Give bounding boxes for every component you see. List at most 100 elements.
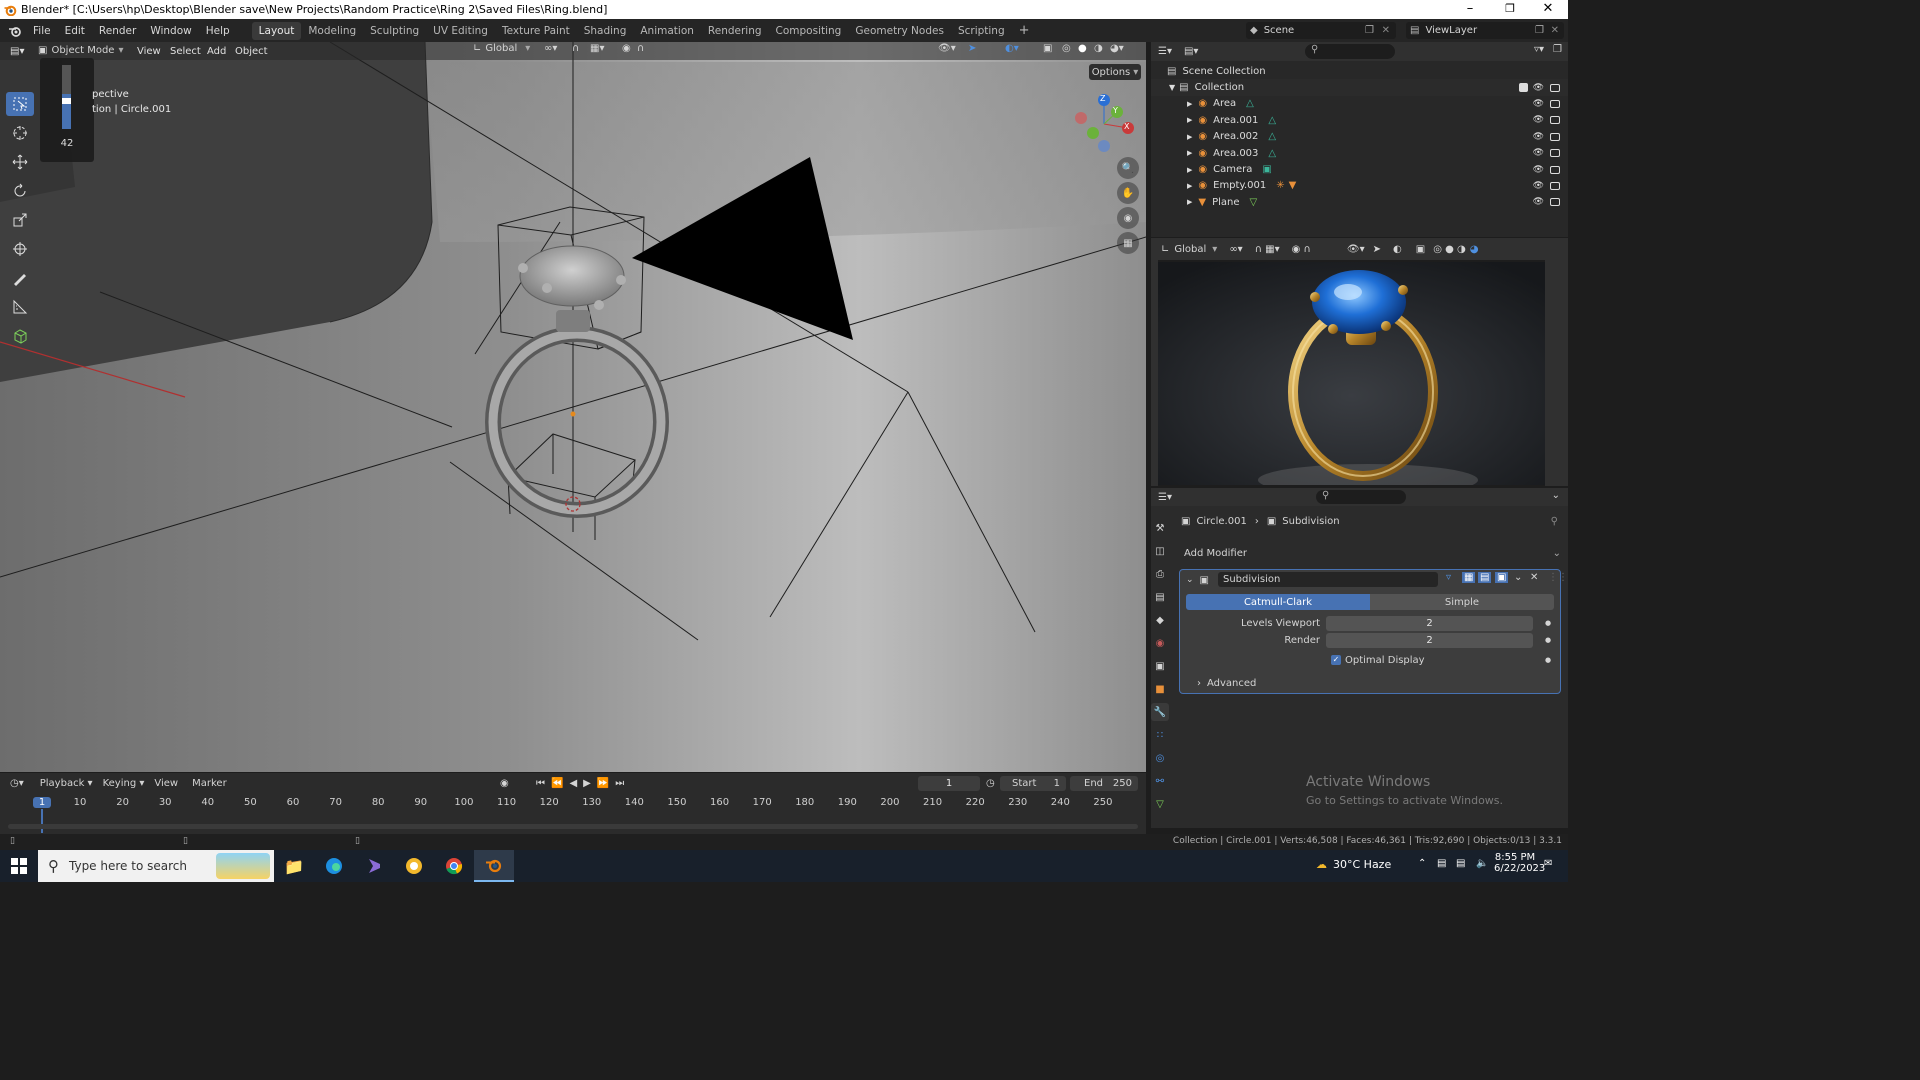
gizmo-toggle-icon[interactable]: ➤ <box>1373 244 1381 255</box>
timeline-menu-view[interactable]: View <box>154 778 178 789</box>
modifier-name-field[interactable]: Subdivision <box>1218 572 1438 587</box>
timeline-menu-keying[interactable]: Keying ▾ <box>103 778 145 789</box>
expand-arrow-icon[interactable]: ▶ <box>1187 166 1192 174</box>
outliner-item-camera[interactable]: ▶ ◉ Camera ▣ 👁 <box>1151 161 1568 177</box>
playback-controls-icon[interactable]: ⏮⏪◀▶⏩⏭ <box>536 778 630 789</box>
outliner-item-area-001[interactable]: ▶ ◉ Area.001 △ 👁 <box>1151 112 1568 128</box>
pan-hand-icon[interactable]: ✋ <box>1117 182 1139 204</box>
properties-search-input[interactable]: ⚲ <box>1316 490 1406 504</box>
physics-tab-icon[interactable]: ◎ <box>1151 749 1169 767</box>
viewport-menu-object[interactable]: Object <box>229 46 274 57</box>
xray-icon[interactable]: ▣ <box>1043 43 1052 54</box>
new-collection-icon[interactable]: ❐ <box>1553 44 1562 55</box>
timeline-menu-marker[interactable]: Marker <box>192 778 227 789</box>
outliner-collection[interactable]: ▼ ▤ Collection 👁 <box>1151 79 1568 96</box>
tab-texture-paint[interactable]: Texture Paint <box>495 22 577 40</box>
expand-arrow-icon[interactable]: ▶ <box>1187 133 1192 141</box>
render-camera-icon[interactable] <box>1550 181 1560 190</box>
chrome-browser-icon[interactable] <box>434 857 474 875</box>
eye-icon[interactable]: 👁 <box>1533 181 1544 191</box>
edge-browser-icon[interactable] <box>314 857 354 875</box>
view-layer-selector[interactable]: ▤ ViewLayer ❐ ✕ <box>1406 22 1564 39</box>
outliner-search-input[interactable]: ⚲ <box>1305 44 1395 59</box>
preview-range-clock-icon[interactable]: ◷ <box>986 778 995 789</box>
record-icon[interactable]: ◉ <box>500 778 509 789</box>
wireframe-shading-icon[interactable]: ◎ <box>1062 43 1071 54</box>
eye-icon[interactable]: 👁 <box>1533 132 1544 142</box>
outliner-scene-collection[interactable]: ▤ Scene Collection <box>1151 63 1568 79</box>
remove-view-layer-icon[interactable]: ✕ <box>1551 25 1559 36</box>
3d-viewport[interactable]: ▤▾ ▣ Object Mode ▾ View Select Add Objec… <box>0 42 1146 772</box>
expand-arrow-icon[interactable]: ▼ <box>1169 83 1175 92</box>
annotate-tool-icon[interactable] <box>6 266 34 290</box>
blender-taskbar-icon[interactable] <box>474 850 514 882</box>
copy-view-layer-icon[interactable]: ❐ <box>1535 25 1544 36</box>
add-cube-tool-icon[interactable] <box>6 324 34 348</box>
options-button[interactable]: Options ▾ <box>1089 64 1141 80</box>
add-workspace-button[interactable]: + <box>1012 20 1037 41</box>
keyframe-dot-icon[interactable]: ● <box>1545 656 1551 664</box>
menu-file[interactable]: File <box>26 25 58 37</box>
tool-tab-icon[interactable]: ⚒ <box>1151 519 1169 537</box>
tab-geometry-nodes[interactable]: Geometry Nodes <box>848 22 951 40</box>
expand-arrow-icon[interactable]: ▶ <box>1187 100 1192 108</box>
render-camera-icon[interactable] <box>1550 198 1560 207</box>
modifier-menu-icon[interactable]: ⌄ <box>1514 572 1522 583</box>
blender-menu-icon[interactable] <box>8 25 26 37</box>
solid-shading-icon[interactable]: ● <box>1078 43 1087 54</box>
tray-chevron-icon[interactable]: ⌃ <box>1418 858 1426 869</box>
outliner-item-area-002[interactable]: ▶ ◉ Area.002 △ 👁 <box>1151 129 1568 145</box>
cage-toggle-icon[interactable]: ▦ <box>1462 572 1476 583</box>
volume-icon[interactable]: 🔈 <box>1476 858 1488 869</box>
eye-icon[interactable]: 👁 <box>1533 99 1544 109</box>
snap-icon[interactable]: ∩ ▦▾ <box>1255 244 1280 255</box>
constraints-tab-icon[interactable]: ⚯ <box>1151 772 1169 790</box>
move-tool-icon[interactable] <box>6 150 34 174</box>
viewport-menu-add[interactable]: Add <box>201 46 232 57</box>
render-camera-icon[interactable] <box>1550 149 1560 158</box>
outliner-item-empty-001[interactable]: ▶ ◉ Empty.001 ✳ ▼ 👁 <box>1151 178 1568 194</box>
optimal-display-checkbox[interactable]: ✓ <box>1331 655 1341 665</box>
tab-shading[interactable]: Shading <box>577 22 634 40</box>
view-layer-tab-icon[interactable]: ▤ <box>1151 588 1169 606</box>
render-toggle-icon[interactable]: ▣ <box>1495 572 1509 583</box>
pivot-icon[interactable]: ∞▾ <box>1229 244 1242 255</box>
eye-icon[interactable]: 👁 <box>1533 115 1544 125</box>
timeline-editor-icon[interactable]: ◷▾ <box>10 778 24 789</box>
playhead[interactable] <box>41 809 43 833</box>
render-camera-icon[interactable] <box>1550 99 1560 108</box>
collection-tab-icon[interactable]: ▣ <box>1151 657 1169 675</box>
measure-tool-icon[interactable] <box>6 295 34 319</box>
render-camera-icon[interactable] <box>1550 132 1560 141</box>
menu-window[interactable]: Window <box>143 25 198 37</box>
viewport-toggle-icon[interactable]: ▤ <box>1478 572 1492 583</box>
catmull-clark-button[interactable]: Catmull-Clark <box>1186 594 1370 610</box>
slider-handle[interactable] <box>62 98 71 104</box>
proportional-edit-icon[interactable]: ◉ <box>622 43 631 54</box>
navigation-gizmo[interactable]: Z Y X <box>1068 92 1140 154</box>
outliner-item-plane[interactable]: ▶ ▼ Plane ▽ 👁 <box>1151 194 1568 210</box>
filter-icon[interactable]: ▿▾ <box>1534 44 1544 55</box>
tab-scripting[interactable]: Scripting <box>951 22 1012 40</box>
falloff-icon[interactable]: ∩ <box>637 43 644 54</box>
tab-compositing[interactable]: Compositing <box>769 22 849 40</box>
file-explorer-icon[interactable]: 📁 <box>274 857 314 876</box>
display-mode-icon[interactable]: ▤▾ <box>1184 46 1198 57</box>
proportional-edit-icon[interactable]: ◉ ∩ <box>1292 244 1311 255</box>
current-frame-field[interactable]: 1 <box>918 776 980 791</box>
eye-icon[interactable]: 👁 <box>1533 83 1544 93</box>
snap-icon[interactable]: ∩ <box>572 43 579 54</box>
transform-orientation[interactable]: ∟ Global ▾ <box>473 43 530 54</box>
pin-icon[interactable]: ⚲ <box>1551 516 1558 527</box>
visibility-icon[interactable]: 👁▾ <box>1347 244 1365 255</box>
rotate-tool-icon[interactable] <box>6 179 34 203</box>
notifications-icon[interactable]: ✉ <box>1544 858 1552 869</box>
eye-icon[interactable]: 👁 <box>1533 165 1544 175</box>
advanced-subpanel[interactable]: › Advanced <box>1180 675 1560 691</box>
chevron-down-icon[interactable]: ⌄ <box>1552 490 1560 501</box>
weather-widget[interactable]: ☁ 30°C Haze <box>1316 858 1391 871</box>
value-slider-overlay[interactable]: 42 <box>40 58 94 162</box>
scale-tool-icon[interactable] <box>6 208 34 232</box>
render-orientation-label[interactable]: Global <box>1174 244 1206 255</box>
mode-selector[interactable]: ▣ Object Mode ▾ <box>38 42 128 59</box>
